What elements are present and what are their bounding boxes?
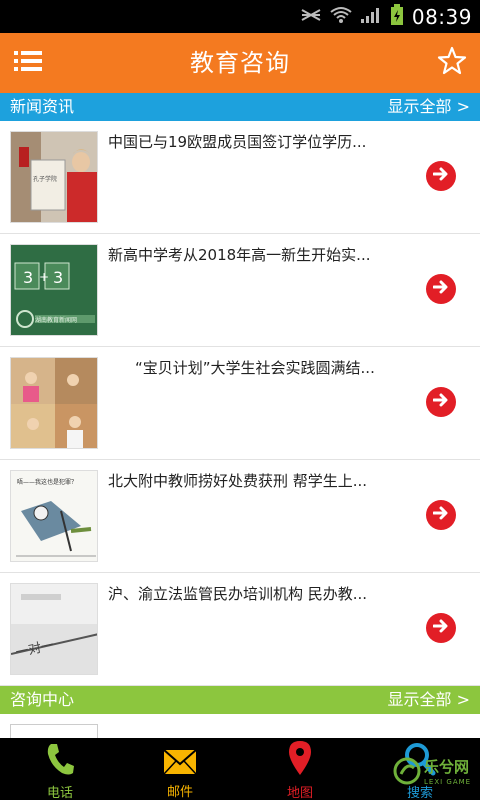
thumb-caption: 孔子学院 — [33, 176, 58, 183]
nav-mail-label: 邮件 — [166, 785, 193, 800]
arrow-right-icon — [432, 279, 449, 299]
news-thumbnail: 唔——我这也是犯罪？ — [10, 470, 98, 562]
svg-text:3: 3 — [53, 268, 63, 287]
mail-icon — [163, 749, 197, 779]
nav-phone[interactable]: 电话 — [0, 738, 120, 801]
news-show-all-link[interactable]: 显示全部 > — [388, 93, 471, 121]
news-item[interactable]: 孔子学院 中国已与19欧盟成员国签订学位学历... — [0, 121, 480, 234]
nav-mail[interactable]: 邮件 — [120, 738, 240, 800]
arrow-right-icon — [432, 166, 449, 186]
news-open-button[interactable] — [426, 500, 456, 530]
news-thumbnail — [10, 357, 98, 449]
svg-text:3: 3 — [23, 268, 33, 287]
news-item[interactable]: 唔——我这也是犯罪？ 北大附中教师捞好处费获刑 帮学生上... — [0, 460, 480, 573]
arrow-right-icon — [432, 392, 449, 412]
phone-icon — [45, 742, 75, 780]
arrow-right-icon — [432, 505, 449, 525]
signal-icon — [360, 6, 382, 28]
page-title: 教育咨询 — [190, 49, 290, 77]
thumb-caption: 唔——我这也是犯罪？ — [17, 479, 78, 486]
news-open-button[interactable] — [426, 613, 456, 643]
status-icons: 08:39 — [300, 0, 472, 33]
news-title: 新高中学考从2018年高一新生开始实... — [108, 246, 371, 264]
news-open-button[interactable] — [426, 161, 456, 191]
battery-icon — [390, 3, 404, 30]
mute-icon — [300, 6, 322, 28]
news-open-button[interactable] — [426, 274, 456, 304]
star-icon — [437, 46, 467, 80]
status-bar: 08:39 — [0, 0, 480, 33]
news-list: 孔子学院 中国已与19欧盟成员国签订学位学历... 3 + 3 湖南教育新闻网 … — [0, 121, 480, 686]
news-section-header: 新闻资讯 显示全部 > — [0, 93, 480, 121]
svg-text:+: + — [39, 270, 49, 284]
status-time: 08:39 — [411, 4, 472, 29]
news-item[interactable]: 一对一 沪、渝立法监管民办培训机构 民办教... — [0, 573, 480, 686]
map-pin-icon — [288, 740, 312, 780]
watermark-text: 乐兮网 — [424, 758, 470, 776]
nav-map-label: 地图 — [286, 786, 313, 801]
news-thumbnail: 3 + 3 湖南教育新闻网 — [10, 244, 98, 336]
news-title: 中国已与19欧盟成员国签订学位学历... — [108, 133, 367, 151]
consult-section-title: 咨询中心 — [10, 690, 75, 709]
news-title: 北大附中教师捞好处费获刑 帮学生上... — [108, 472, 368, 490]
news-title: “宝贝计划”大学生社会实践圆满结... — [135, 359, 375, 377]
wifi-icon — [330, 6, 352, 28]
consult-show-all-link[interactable]: 显示全部 > — [388, 686, 471, 714]
nav-phone-label: 电话 — [46, 786, 73, 801]
news-section-title: 新闻资讯 — [10, 97, 75, 116]
thumb-caption: 湖南教育新闻网 — [35, 317, 78, 324]
news-thumbnail: 一对一 — [10, 583, 98, 675]
news-item[interactable]: 3 + 3 湖南教育新闻网 新高中学考从2018年高一新生开始实... — [0, 234, 480, 347]
news-open-button[interactable] — [426, 387, 456, 417]
consult-section-header: 咨询中心 显示全部 > — [0, 686, 480, 714]
consult-list — [0, 714, 480, 738]
consult-thumbnail — [10, 724, 98, 738]
app-bar: 教育咨询 — [0, 33, 480, 93]
news-title: 沪、渝立法监管民办培训机构 民办教... — [108, 585, 368, 603]
watermark-sub: LEXI GAME — [424, 778, 472, 786]
favorite-button[interactable] — [434, 45, 470, 81]
nav-map[interactable]: 地图 — [240, 738, 360, 801]
arrow-right-icon — [432, 618, 449, 638]
watermark: 乐兮网 LEXI GAME — [390, 748, 480, 800]
watermark-logo-icon — [393, 757, 421, 785]
news-item[interactable]: “宝贝计划”大学生社会实践圆满结... — [0, 347, 480, 460]
news-thumbnail: 孔子学院 — [10, 131, 98, 223]
